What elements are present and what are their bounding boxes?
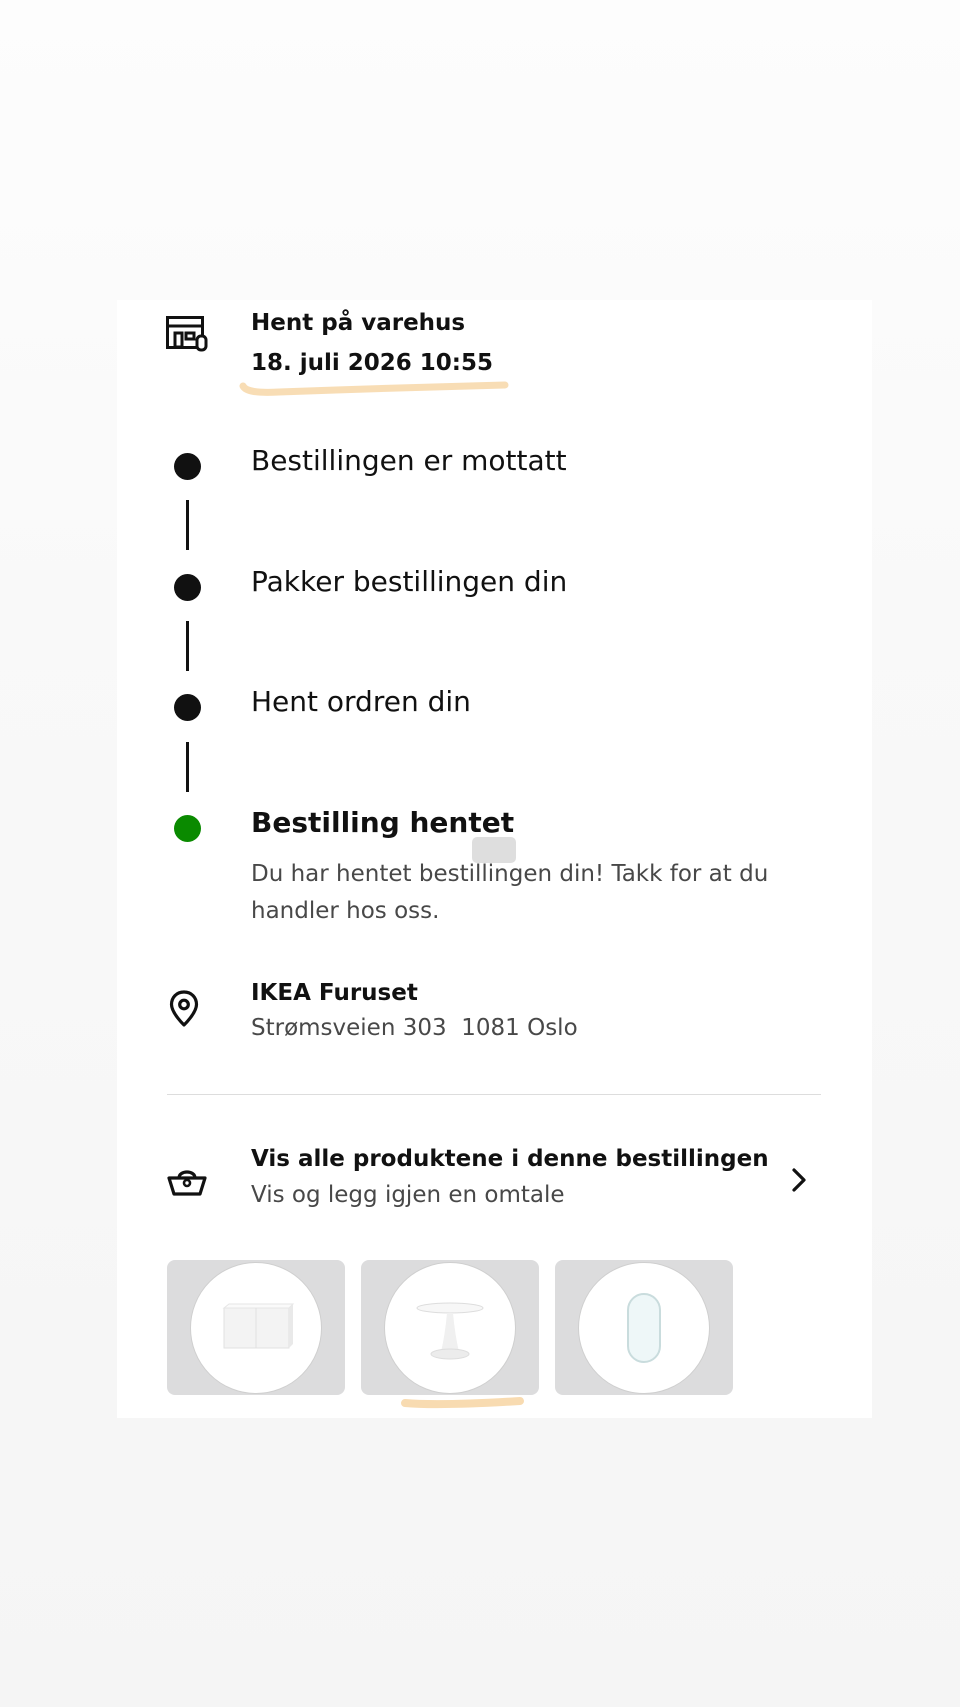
table-image bbox=[416, 1302, 484, 1360]
chevron-right-icon bbox=[792, 1168, 806, 1192]
step-1-label: Bestillingen er mottatt bbox=[251, 444, 567, 477]
step-connector bbox=[186, 500, 189, 550]
basket-icon bbox=[167, 1170, 207, 1196]
products-title: Vis alle produktene i denne bestillingen bbox=[251, 1146, 769, 1172]
step-4-dot-current bbox=[174, 815, 201, 842]
step-4-label: Bestilling hentet bbox=[251, 806, 515, 839]
product-thumbnail-table[interactable] bbox=[361, 1260, 539, 1395]
pickup-title: Hent på varehus bbox=[251, 310, 466, 336]
highlight-stroke bbox=[401, 1397, 524, 1409]
pickup-datetime: 18. juli 2026 10:55 bbox=[251, 350, 494, 376]
highlight-stroke bbox=[239, 381, 509, 396]
step-2-label: Pakker bestillingen din bbox=[251, 565, 568, 598]
location-pin-icon bbox=[169, 990, 199, 1027]
store-name: IKEA Furuset bbox=[251, 980, 418, 1006]
store-icon bbox=[166, 316, 208, 352]
products-subtitle: Vis og legg igjen en omtale bbox=[251, 1182, 565, 1208]
divider bbox=[167, 1094, 821, 1095]
step-connector bbox=[186, 621, 189, 671]
step-4-description: Du har hentet bestillingen din! Takk for… bbox=[251, 861, 769, 924]
step-connector bbox=[186, 742, 189, 792]
product-thumbnail-cabinet[interactable] bbox=[167, 1260, 345, 1395]
step-1-dot bbox=[174, 453, 201, 480]
mirror-image bbox=[627, 1293, 661, 1363]
order-status-card: Hent på varehus 18. juli 2026 10:55 Best… bbox=[117, 300, 872, 1418]
view-all-products-link[interactable]: Vis alle produktene i denne bestillingen… bbox=[117, 1130, 872, 1230]
step-3-label: Hent ordren din bbox=[251, 685, 471, 718]
step-2-dot bbox=[174, 574, 201, 601]
product-thumbnail-mirror[interactable] bbox=[555, 1260, 733, 1395]
cabinet-image bbox=[222, 1303, 295, 1349]
step-3-dot bbox=[174, 694, 201, 721]
store-address: Strømsveien 303 1081 Oslo bbox=[251, 1015, 578, 1041]
